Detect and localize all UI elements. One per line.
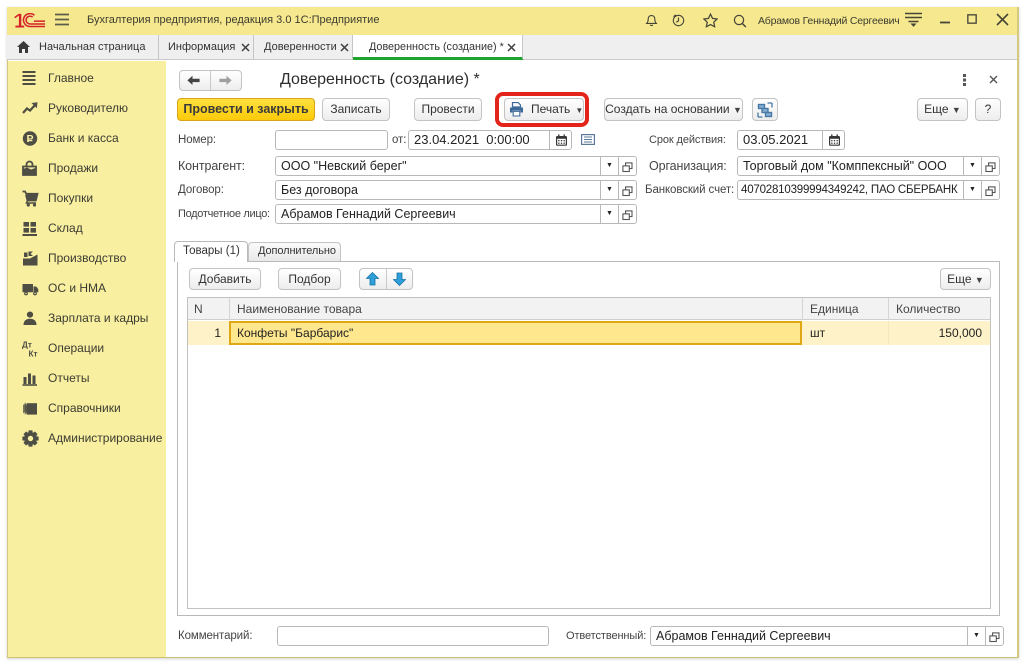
svg-text:Дт: Дт [22,341,32,350]
svg-text:P: P [26,133,33,145]
svg-text:Кт: Кт [29,350,38,358]
